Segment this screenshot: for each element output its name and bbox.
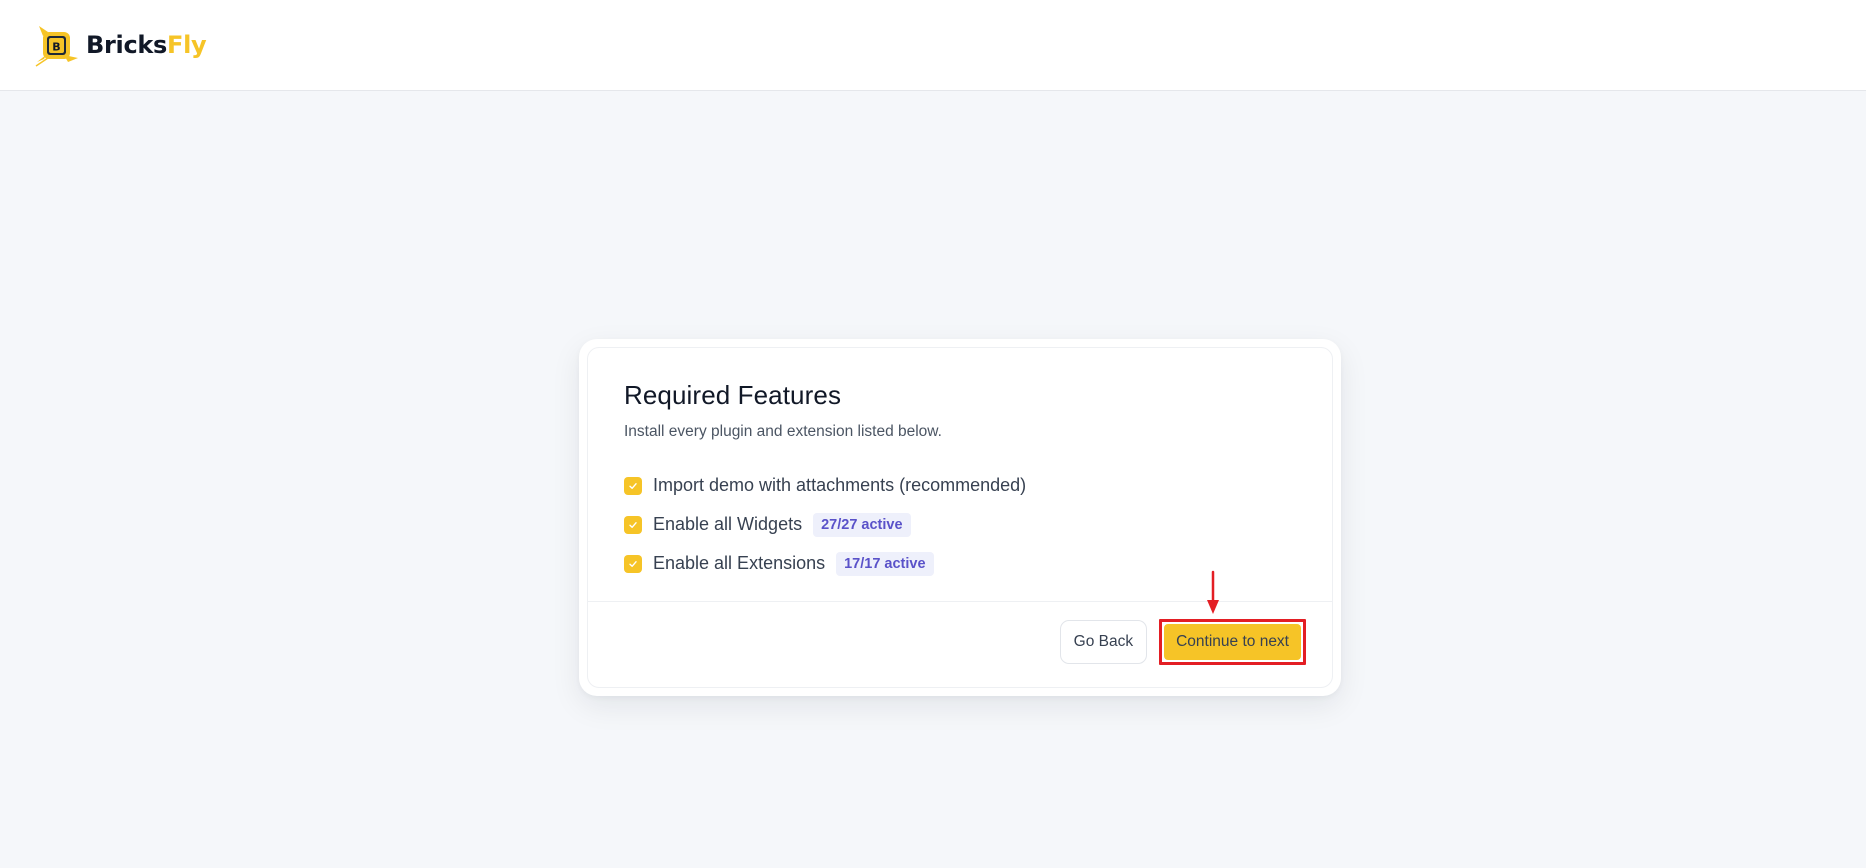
required-features-card: Required Features Install every plugin a… [579, 339, 1341, 696]
import-demo-checkbox[interactable] [624, 476, 642, 495]
enable-widgets-checkbox[interactable] [624, 515, 642, 534]
brand-name-part1: Bricks [86, 31, 168, 59]
card-inner-panel: Required Features Install every plugin a… [587, 347, 1333, 688]
brand-logo[interactable]: B BricksFly [34, 22, 207, 68]
continue-button-highlight: Continue to next [1159, 619, 1306, 665]
feature-options-list: Import demo with attachments (recommende… [624, 467, 1296, 582]
option-import-demo[interactable]: Import demo with attachments (recommende… [624, 467, 1296, 504]
checkmark-icon [629, 521, 637, 528]
top-header: B BricksFly [0, 0, 1866, 91]
svg-text:B: B [52, 41, 60, 54]
logo-mark-icon: B [34, 22, 80, 68]
card-body: Required Features Install every plugin a… [624, 380, 1296, 582]
enable-extensions-checkbox[interactable] [624, 554, 642, 573]
enable-extensions-label: Enable all Extensions [653, 553, 826, 573]
brand-name-part2: Fly [167, 31, 207, 59]
arrow-down-icon [1207, 570, 1219, 614]
go-back-button[interactable]: Go Back [1059, 620, 1148, 664]
enable-widgets-label: Enable all Widgets [653, 514, 803, 534]
option-enable-widgets[interactable]: Enable all Widgets 27/27 active [624, 506, 1296, 543]
option-enable-extensions[interactable]: Enable all Extensions 17/17 active [624, 545, 1296, 582]
import-demo-label: Import demo with attachments (recommende… [653, 475, 1027, 495]
checkmark-icon [629, 560, 637, 567]
checkmark-icon [629, 482, 637, 489]
extensions-status-badge: 17/17 active [836, 551, 934, 576]
card-footer: Go Back Continue to next [1059, 619, 1306, 665]
widgets-status-badge: 27/27 active [813, 512, 911, 537]
card-subtitle: Install every plugin and extension liste… [624, 423, 942, 440]
card-title: Required Features [624, 380, 842, 410]
continue-to-next-button[interactable]: Continue to next [1164, 624, 1301, 660]
brand-name: BricksFly [86, 31, 207, 59]
